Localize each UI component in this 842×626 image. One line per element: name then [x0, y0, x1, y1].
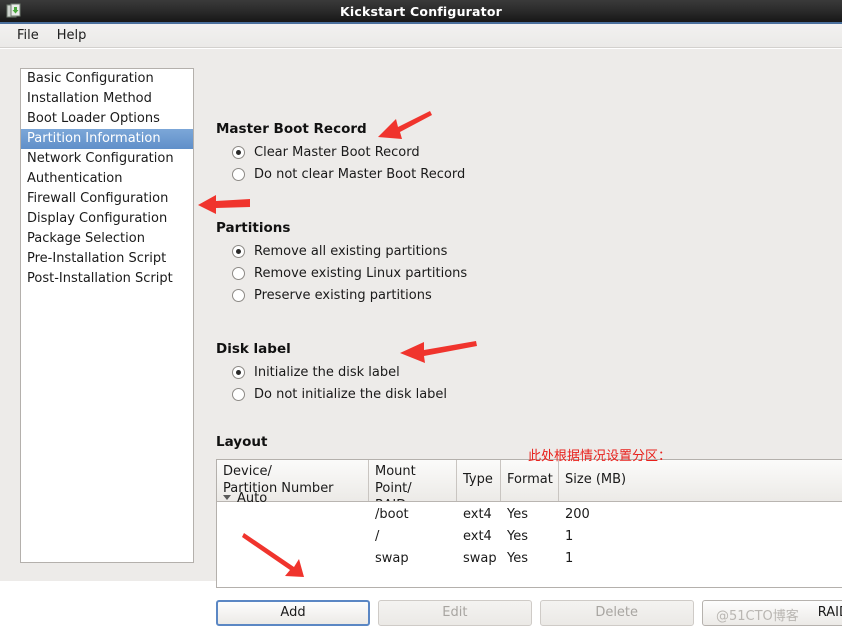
radio-remove-all-partitions-label: Remove all existing partitions	[254, 243, 448, 259]
sidebar-item-package-selection[interactable]: Package Selection	[21, 229, 193, 249]
sidebar-item-network-configuration[interactable]: Network Configuration	[21, 149, 193, 169]
watermark: @51CTO博客	[716, 609, 799, 624]
radio-indicator-icon	[232, 365, 245, 379]
table-row-auto-group[interactable]: Auto	[217, 492, 842, 505]
table-cell-mount-point: /boot	[375, 506, 409, 522]
disk-label-section: Disk label Initialize the disk label Do …	[216, 341, 447, 405]
table-cell-format: Yes	[507, 528, 528, 544]
sidebar-item-basic-configuration[interactable]: Basic Configuration	[21, 69, 193, 89]
table-row[interactable]: / ext4 Yes 1	[217, 525, 842, 547]
radio-clear-mbr[interactable]: Clear Master Boot Record	[216, 141, 465, 163]
table-cell-format: Yes	[507, 550, 528, 566]
radio-indicator-icon	[232, 167, 245, 181]
radio-do-not-initialize-disk-label[interactable]: Do not initialize the disk label	[216, 383, 447, 405]
chevron-down-icon[interactable]	[223, 495, 231, 500]
table-cell-mount-point: swap	[375, 550, 409, 566]
sidebar-item-firewall-configuration[interactable]: Firewall Configuration	[21, 189, 193, 209]
edit-button[interactable]: Edit	[378, 600, 532, 626]
window-title: Kickstart Configurator	[340, 3, 502, 19]
menu-bar: File Help	[0, 24, 842, 48]
table-cell-type: ext4	[463, 506, 492, 522]
table-body: Auto /boot ext4 Yes 200 / ext4 Yes 1 swa…	[217, 492, 842, 569]
menu-item-help[interactable]: Help	[48, 26, 96, 45]
radio-preserve-partitions[interactable]: Preserve existing partitions	[216, 284, 467, 306]
table-cell-type: swap	[463, 550, 497, 566]
radio-preserve-partitions-label: Preserve existing partitions	[254, 287, 432, 303]
disk-label-heading: Disk label	[216, 341, 291, 357]
radio-do-not-initialize-disk-label-label: Do not initialize the disk label	[254, 386, 448, 402]
table-cell-mount-point: /	[375, 528, 380, 544]
radio-remove-linux-partitions[interactable]: Remove existing Linux partitions	[216, 262, 467, 284]
partitions-heading: Partitions	[216, 220, 291, 236]
table-cell-size: 1	[565, 550, 574, 566]
kickstart-app-icon	[6, 3, 23, 19]
delete-button[interactable]: Delete	[539, 600, 694, 626]
sidebar-item-installation-method[interactable]: Installation Method	[21, 89, 193, 109]
configuration-section-list[interactable]: Basic Configuration Installation Method …	[20, 68, 194, 563]
sidebar-item-partition-information[interactable]: Partition Information	[21, 129, 193, 149]
annotation-text-partition-note: 此处根据情况设置分区：	[528, 449, 672, 464]
radio-clear-mbr-label: Clear Master Boot Record	[254, 144, 420, 160]
partitions-section: Partitions Remove all existing partition…	[216, 220, 467, 306]
table-row[interactable]: /boot ext4 Yes 200	[217, 503, 842, 525]
radio-initialize-disk-label[interactable]: Initialize the disk label	[216, 361, 447, 383]
table-cell-format: Yes	[507, 506, 528, 522]
radio-initialize-disk-label-label: Initialize the disk label	[254, 364, 400, 380]
radio-remove-linux-partitions-label: Remove existing Linux partitions	[254, 265, 468, 281]
add-button[interactable]: Add	[216, 600, 370, 626]
partition-layout-table[interactable]: Device/ Partition Number Mount Point/ RA…	[216, 459, 842, 588]
table-cell-size: 200	[565, 506, 590, 522]
radio-indicator-icon	[232, 145, 245, 159]
radio-indicator-icon	[232, 288, 245, 302]
sidebar-item-boot-loader-options[interactable]: Boot Loader Options	[21, 109, 193, 129]
window-titlebar: Kickstart Configurator	[0, 0, 842, 24]
radio-indicator-icon	[232, 387, 245, 401]
master-boot-record-heading: Master Boot Record	[216, 121, 367, 137]
radio-do-not-clear-mbr-label: Do not clear Master Boot Record	[254, 166, 466, 182]
table-cell-size: 1	[565, 528, 574, 544]
table-row[interactable]: swap swap Yes 1	[217, 547, 842, 569]
table-cell-type: ext4	[463, 528, 492, 544]
master-boot-record-section: Master Boot Record Clear Master Boot Rec…	[216, 121, 465, 185]
radio-indicator-icon	[232, 244, 245, 258]
sidebar-item-post-installation-script[interactable]: Post-Installation Script	[21, 269, 193, 289]
radio-do-not-clear-mbr[interactable]: Do not clear Master Boot Record	[216, 163, 465, 185]
radio-indicator-icon	[232, 266, 245, 280]
table-cell-device: Auto	[217, 492, 369, 505]
radio-remove-all-partitions[interactable]: Remove all existing partitions	[216, 240, 467, 262]
table-cell-auto-label: Auto	[237, 492, 268, 505]
sidebar-item-display-configuration[interactable]: Display Configuration	[21, 209, 193, 229]
sidebar-item-authentication[interactable]: Authentication	[21, 169, 193, 189]
sidebar-item-pre-installation-script[interactable]: Pre-Installation Script	[21, 249, 193, 269]
menu-item-file[interactable]: File	[8, 26, 48, 45]
partition-information-pane: Master Boot Record Clear Master Boot Rec…	[216, 63, 842, 626]
main-content: Basic Configuration Installation Method …	[0, 49, 842, 626]
